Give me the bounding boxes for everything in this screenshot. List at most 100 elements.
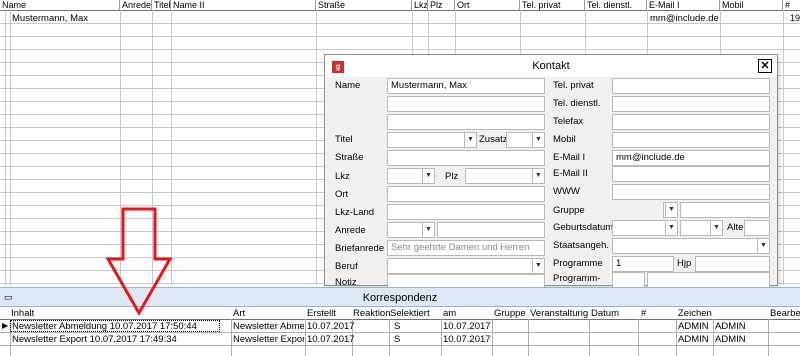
programme-field[interactable]: 1 bbox=[612, 256, 674, 272]
label-titel: Titel bbox=[335, 134, 353, 145]
col-header-mobil[interactable]: Mobil bbox=[720, 0, 783, 10]
name3-field[interactable] bbox=[387, 114, 545, 130]
email1-field[interactable]: mm@include.de bbox=[612, 150, 770, 166]
korr-cell-art[interactable]: Newsletter Abmel bbox=[233, 321, 304, 332]
kontakt-title: Kontakt bbox=[532, 60, 570, 72]
korr-cell-selektiert[interactable]: S bbox=[394, 334, 400, 345]
strasse-field[interactable] bbox=[387, 150, 545, 166]
col-header-anrede[interactable]: Anrede bbox=[120, 0, 152, 10]
korr-cell-am[interactable]: 10.07.2017 ( bbox=[443, 334, 491, 345]
label-zusatz: Zusatz bbox=[479, 134, 508, 145]
name2-field[interactable] bbox=[387, 96, 545, 112]
col-divider bbox=[441, 319, 442, 356]
anrede-text-field[interactable] bbox=[437, 222, 545, 238]
col-divider bbox=[389, 319, 390, 356]
chevron-down-icon: ▼ bbox=[532, 133, 544, 147]
label-email2: E-Mail II bbox=[553, 168, 588, 179]
chevron-down-icon: ▼ bbox=[710, 221, 722, 235]
lkz-select[interactable]: ▼ bbox=[387, 168, 435, 184]
col-header-tel-privat[interactable]: Tel. privat bbox=[520, 0, 585, 10]
chevron-down-icon: ▼ bbox=[422, 223, 434, 237]
col-header-count[interactable]: # bbox=[783, 0, 800, 10]
col-header-strasse[interactable]: Straße bbox=[316, 0, 412, 10]
grid-extra-value: 19 bbox=[790, 13, 800, 23]
chevron-down-icon: ▼ bbox=[464, 133, 476, 147]
email2-field[interactable] bbox=[612, 166, 770, 182]
korr-cell-zeichen2[interactable]: ADMIN bbox=[715, 321, 746, 332]
kontakt-dialog: g Kontakt ✕ Name Titel Zusatz Straße Lkz… bbox=[324, 54, 778, 290]
label-beruf: Beruf bbox=[335, 261, 358, 272]
col-header-name2[interactable]: Name II bbox=[171, 0, 316, 10]
hjp-field[interactable] bbox=[695, 256, 770, 272]
label-mobil: Mobil bbox=[553, 134, 576, 145]
col-header-name[interactable]: Name bbox=[0, 0, 120, 10]
tel-dienstl-field[interactable] bbox=[612, 96, 770, 112]
col-divider bbox=[10, 10, 11, 285]
korr-cell-erstellt[interactable]: 10.07.2017 bbox=[307, 334, 355, 345]
label-plz: Plz bbox=[445, 171, 459, 182]
chevron-down-icon: ▼ bbox=[532, 169, 544, 183]
label-hjp: Hjp bbox=[677, 258, 692, 269]
mobil-field[interactable] bbox=[612, 132, 770, 148]
label-programm-ende: Programm- bbox=[553, 273, 601, 284]
korr-cell-erstellt[interactable]: 10.07.2017 bbox=[307, 321, 355, 332]
chevron-down-icon: ▼ bbox=[422, 169, 434, 183]
chevron-down-icon: ▼ bbox=[665, 203, 677, 217]
korr-cell-zeichen[interactable]: ADMIN bbox=[678, 321, 709, 332]
chevron-down-icon: ▼ bbox=[665, 221, 677, 235]
label-tel-dienstl: Tel. dienstl. bbox=[553, 98, 601, 109]
briefanrede-field[interactable]: Sehr geehrte Damen und Herren bbox=[387, 240, 545, 256]
geburtsdatum-month-select[interactable]: ▼ bbox=[680, 220, 723, 236]
col-header-titel[interactable]: Titel bbox=[152, 0, 171, 10]
titel-select[interactable]: ▼ bbox=[387, 132, 477, 148]
beruf-select[interactable]: ▼ bbox=[387, 258, 545, 274]
plz-select[interactable]: ▼ bbox=[465, 168, 545, 184]
lkz-land-field[interactable] bbox=[387, 204, 545, 220]
korr-cell-zeichen[interactable]: ADMIN bbox=[678, 334, 709, 345]
grid-cell-name[interactable]: Mustermann, Max bbox=[12, 13, 88, 24]
programm-ende-field[interactable] bbox=[612, 272, 645, 288]
col-header-email[interactable]: E-Mail I bbox=[647, 0, 720, 10]
korr-cell-zeichen2[interactable]: ADMIN bbox=[715, 334, 746, 345]
korr-cell-inhalt[interactable]: Newsletter Export 10.07.2017 17:49:34 bbox=[12, 334, 230, 345]
col-header-ort[interactable]: Ort bbox=[455, 0, 520, 10]
korr-cell-am[interactable]: 10.07.2017 ( bbox=[443, 321, 491, 332]
row-line bbox=[0, 345, 800, 346]
col-header-plz[interactable]: Plz bbox=[428, 0, 455, 10]
col-divider bbox=[231, 319, 232, 356]
ort-field[interactable] bbox=[387, 186, 545, 202]
label-briefanrede: Briefanrede bbox=[335, 243, 385, 254]
staatsangeh-select[interactable]: ▼ bbox=[612, 238, 770, 254]
geburtsdatum-field[interactable]: ▼ bbox=[612, 220, 678, 236]
col-header-tel-dienstl[interactable]: Tel. dienstl. bbox=[585, 0, 647, 10]
anrede-select[interactable]: ▼ bbox=[387, 222, 435, 238]
zusatz-select[interactable]: ▼ bbox=[506, 132, 545, 148]
grid-cell-email[interactable]: mm@include.de bbox=[650, 13, 719, 24]
korr-cell-selektiert[interactable]: S bbox=[394, 321, 400, 332]
telefax-field[interactable] bbox=[612, 114, 770, 130]
kontakt-titlebar[interactable]: g Kontakt ✕ bbox=[325, 55, 777, 77]
korr-cell-art[interactable]: Newsletter Export bbox=[233, 334, 304, 345]
name-field[interactable]: Mustermann, Max bbox=[387, 78, 545, 94]
label-lkz-land: Lkz-Land bbox=[335, 207, 375, 218]
gruppe-select[interactable]: ▼ bbox=[663, 202, 678, 218]
tel-privat-field[interactable] bbox=[612, 78, 770, 94]
col-divider bbox=[589, 319, 590, 356]
close-icon[interactable]: ✕ bbox=[758, 59, 772, 73]
label-email1: E-Mail I bbox=[553, 152, 586, 163]
col-header-lkz[interactable]: Lkz bbox=[412, 0, 428, 10]
www-field[interactable] bbox=[612, 184, 770, 200]
label-name: Name bbox=[335, 80, 361, 91]
korr-cell-inhalt[interactable]: Newsletter Abmeldung 10.07.2017 17:50:44 bbox=[12, 321, 230, 332]
chevron-down-icon: ▼ bbox=[532, 259, 544, 273]
label-lkz: Lkz bbox=[335, 171, 350, 182]
gruppe-text-field[interactable] bbox=[680, 202, 770, 218]
col-divider bbox=[638, 319, 639, 356]
red-arrow-annotation bbox=[106, 207, 172, 315]
alter-field[interactable] bbox=[744, 220, 770, 236]
col-divider bbox=[713, 319, 714, 356]
programm-ende-field-2[interactable] bbox=[647, 272, 770, 288]
label-gruppe: Gruppe bbox=[553, 205, 585, 216]
label-ort: Ort bbox=[335, 189, 349, 200]
label-strasse: Straße bbox=[335, 152, 364, 163]
